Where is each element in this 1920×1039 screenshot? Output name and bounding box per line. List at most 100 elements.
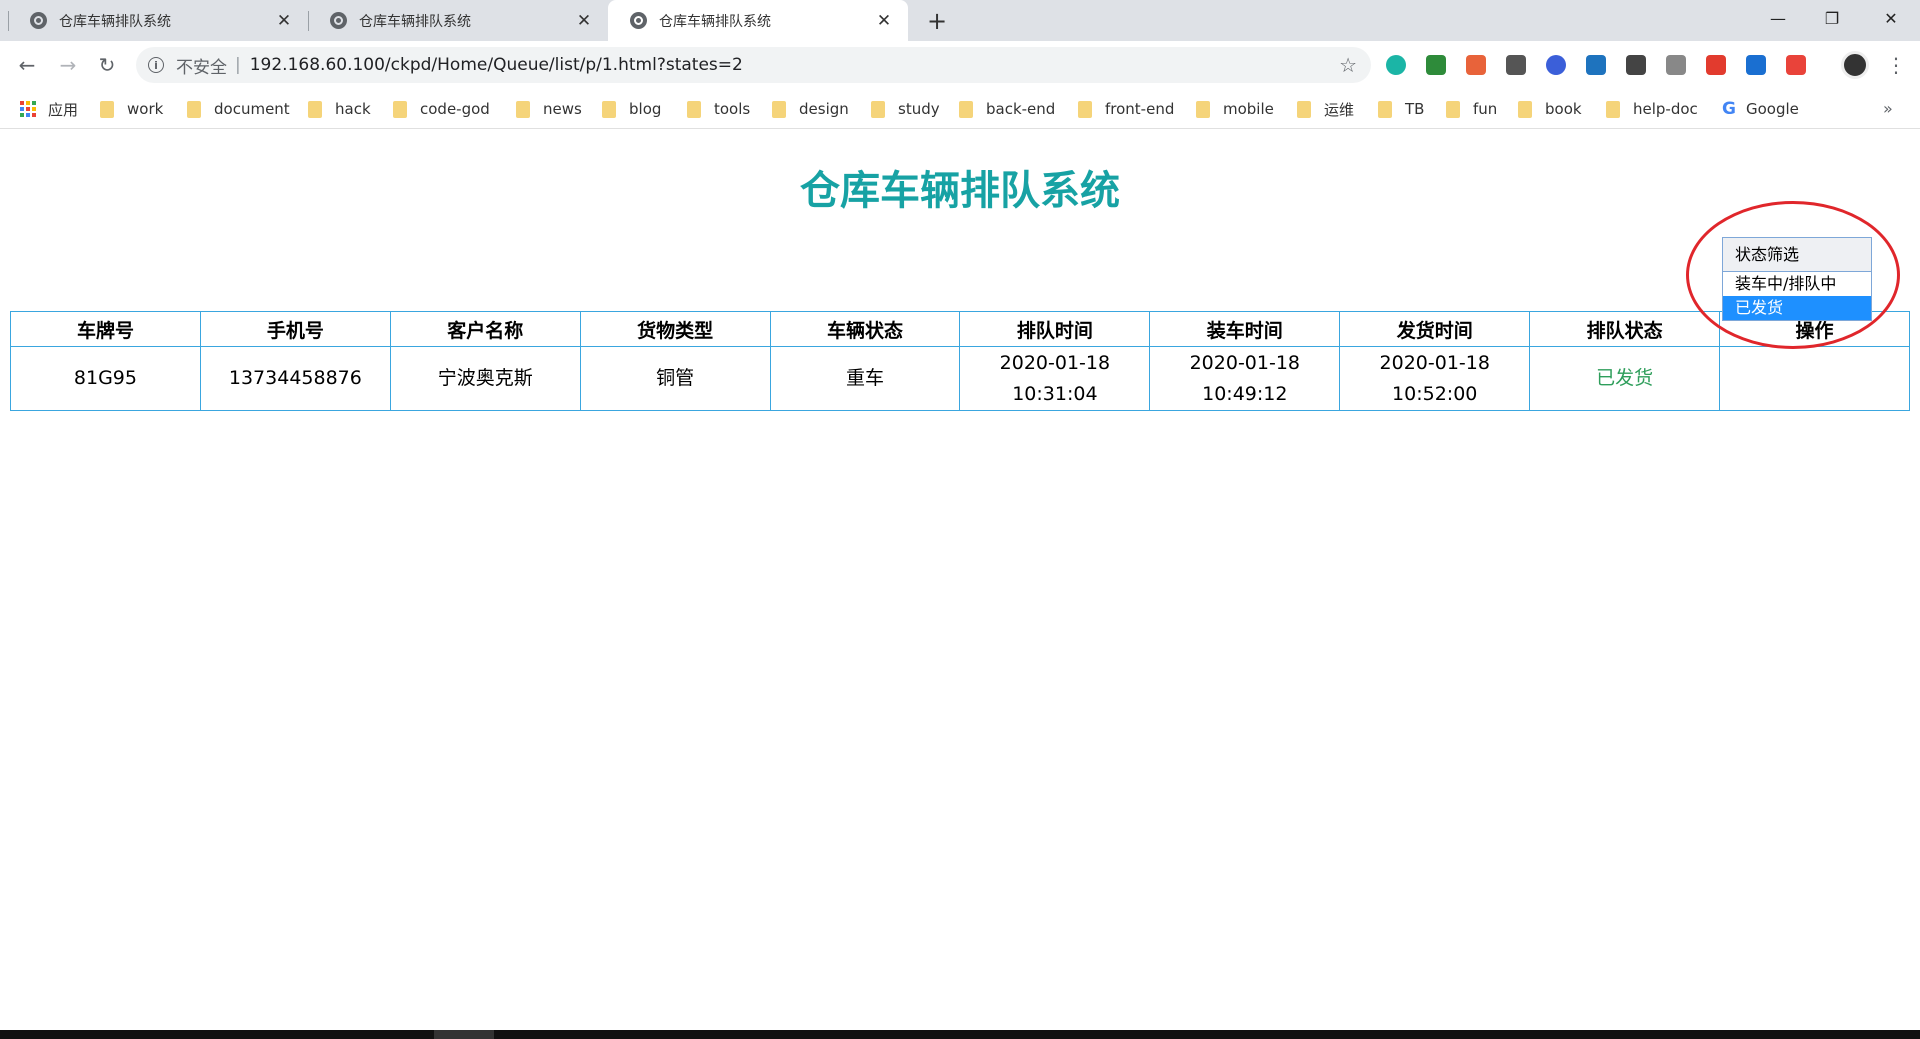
- bookmarks-overflow-button[interactable]: »: [1883, 89, 1893, 129]
- cell-plate: 81G95: [10, 346, 201, 411]
- tab-title: 仓库车辆排队系统: [59, 13, 171, 30]
- ext-blue-circle-icon[interactable]: [1546, 55, 1566, 75]
- browser-tab-2[interactable]: 仓库车辆排队系统 ✕: [308, 0, 608, 41]
- bookmark-folder-tools[interactable]: tools: [687, 89, 750, 129]
- bookmark-folder-help-doc[interactable]: help-doc: [1606, 89, 1698, 129]
- minimize-button[interactable]: —: [1751, 0, 1805, 41]
- bookmark-label: help-doc: [1633, 100, 1698, 118]
- window-close-button[interactable]: ✕: [1864, 0, 1918, 41]
- bookmark-folder-hack[interactable]: hack: [308, 89, 371, 129]
- bookmark-folder-document[interactable]: document: [187, 89, 290, 129]
- browser-tab-3-active[interactable]: 仓库车辆排队系统 ✕: [608, 0, 908, 41]
- folder-icon: [100, 100, 114, 118]
- ship-date: 2020-01-18: [1379, 351, 1490, 374]
- column-header-ship-time: 发货时间: [1339, 311, 1531, 347]
- profile-avatar[interactable]: [1841, 51, 1869, 79]
- cell-queue-status: 已发货: [1529, 346, 1721, 411]
- table-row: 81G95 13734458876 宁波奥克斯 铜管 重车 2020-01-18…: [10, 346, 1910, 411]
- bookmark-label: study: [898, 100, 940, 118]
- ext-v-icon[interactable]: [1666, 55, 1686, 75]
- load-date: 2020-01-18: [1189, 351, 1301, 374]
- tab-title: 仓库车辆排队系统: [659, 13, 771, 30]
- bookmark-folder-news[interactable]: news: [516, 89, 582, 129]
- cell-queue-time: 2020-01-18 10:31:04: [959, 346, 1151, 411]
- bookmark-folder-front-end[interactable]: front-end: [1078, 89, 1174, 129]
- bookmark-folder-tb[interactable]: TB: [1378, 89, 1424, 129]
- cell-cargo-type: 铜管: [579, 346, 771, 411]
- status-filter-dropdown[interactable]: 状态筛选 装车中/排队中 已发货: [1722, 237, 1872, 321]
- ext-red-icon[interactable]: [1706, 55, 1726, 75]
- bookmark-folder-ops[interactable]: 运维: [1297, 89, 1354, 129]
- close-icon[interactable]: ✕: [574, 11, 594, 31]
- folder-icon: [516, 100, 530, 118]
- status-filter-label[interactable]: 状态筛选: [1723, 238, 1871, 272]
- bookmark-folder-mobile[interactable]: mobile: [1196, 89, 1274, 129]
- bookmark-label: news: [543, 100, 582, 118]
- page-title: 仓库车辆排队系统: [800, 168, 1120, 214]
- bookmark-google[interactable]: G Google: [1722, 89, 1799, 129]
- taskbar-item[interactable]: [434, 1030, 494, 1039]
- folder-icon: [687, 100, 701, 118]
- queue-table: 车牌号 手机号 客户名称 货物类型 车辆状态 排队时间 装车时间 发货时间 排队…: [10, 311, 1910, 411]
- globe-icon: [330, 12, 347, 29]
- bookmark-label: hack: [335, 100, 371, 118]
- column-header-vehicle-state: 车辆状态: [769, 311, 961, 347]
- folder-icon: [393, 100, 407, 118]
- info-icon[interactable]: i: [148, 57, 164, 73]
- new-tab-button[interactable]: +: [923, 7, 951, 35]
- column-header-plate: 车牌号: [10, 311, 201, 347]
- cell-load-time: 2020-01-18 10:49:12: [1149, 346, 1341, 411]
- ext-orange-icon[interactable]: [1466, 55, 1486, 75]
- forward-button[interactable]: →: [54, 51, 82, 79]
- bookmark-label: 运维: [1324, 100, 1355, 119]
- address-bar[interactable]: i 不安全 | 192.168.60.100/ckpd/Home/Queue/l…: [136, 47, 1371, 83]
- browser-toolbar: ← → ↻ i 不安全 | 192.168.60.100/ckpd/Home/Q…: [0, 41, 1920, 89]
- folder-icon: [1378, 100, 1392, 118]
- apps-grid-icon: [20, 101, 36, 117]
- close-icon[interactable]: ✕: [274, 11, 294, 31]
- bookmark-label: book: [1545, 100, 1582, 118]
- restore-button[interactable]: ❐: [1805, 0, 1859, 41]
- bookmark-folder-design[interactable]: design: [772, 89, 849, 129]
- bookmark-folder-study[interactable]: study: [871, 89, 940, 129]
- close-icon[interactable]: ✕: [874, 11, 894, 31]
- bookmark-folder-fun[interactable]: fun: [1446, 89, 1497, 129]
- folder-icon: [1078, 100, 1092, 118]
- column-header-load-time: 装车时间: [1149, 311, 1341, 347]
- ext-red2-icon[interactable]: [1786, 55, 1806, 75]
- bookmark-folder-book[interactable]: book: [1518, 89, 1582, 129]
- bookmark-folder-blog[interactable]: blog: [602, 89, 661, 129]
- url-separator: |: [235, 55, 241, 75]
- folder-icon: [187, 100, 201, 118]
- cell-customer: 宁波奥克斯: [389, 346, 581, 411]
- ext-blue2-icon[interactable]: [1746, 55, 1766, 75]
- bookmark-folder-back-end[interactable]: back-end: [959, 89, 1055, 129]
- bookmark-label: tools: [714, 100, 751, 118]
- ext-s-icon[interactable]: [1586, 55, 1606, 75]
- bookmark-star-icon[interactable]: ☆: [1339, 53, 1357, 77]
- security-label: 不安全: [176, 57, 227, 78]
- reload-button[interactable]: ↻: [93, 51, 121, 79]
- back-button[interactable]: ←: [13, 51, 41, 79]
- folder-icon: [1446, 100, 1460, 118]
- queue-clock: 10:31:04: [1012, 382, 1098, 405]
- browser-tab-1[interactable]: 仓库车辆排队系统 ✕: [8, 0, 308, 41]
- ext-qr-icon[interactable]: [1626, 55, 1646, 75]
- bookmark-label: mobile: [1223, 100, 1274, 118]
- load-clock: 10:49:12: [1202, 382, 1288, 405]
- browser-menu-icon[interactable]: ⋮: [1886, 51, 1906, 79]
- ext-gear-icon[interactable]: [1506, 55, 1526, 75]
- column-header-cargo-type: 货物类型: [579, 311, 771, 347]
- ext-green-icon[interactable]: [1426, 55, 1446, 75]
- bookmark-label: front-end: [1105, 100, 1175, 118]
- cell-action: [1719, 346, 1910, 411]
- bookmark-folder-code-god[interactable]: code-god: [393, 89, 490, 129]
- filter-option-loading-queuing[interactable]: 装车中/排队中: [1723, 272, 1871, 296]
- globe-icon: [30, 12, 47, 29]
- bookmark-label: Google: [1745, 100, 1799, 118]
- url-text[interactable]: 192.168.60.100/ckpd/Home/Queue/list/p/1.…: [250, 55, 743, 75]
- bookmark-apps[interactable]: 应用: [20, 89, 78, 129]
- ext-teal-icon[interactable]: [1386, 55, 1406, 75]
- bookmark-folder-work[interactable]: work: [100, 89, 163, 129]
- filter-option-shipped[interactable]: 已发货: [1723, 296, 1871, 320]
